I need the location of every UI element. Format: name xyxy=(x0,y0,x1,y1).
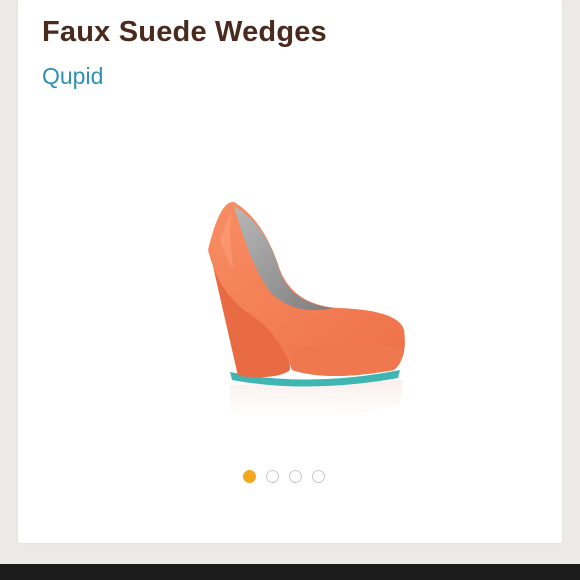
image-carousel-indicators xyxy=(243,470,325,483)
carousel-dot-3[interactable] xyxy=(289,470,302,483)
wedge-shoe-illustration xyxy=(208,201,405,419)
bottom-toolbar xyxy=(0,564,580,580)
brand-link[interactable]: Qupid xyxy=(42,63,103,90)
carousel-dot-4[interactable] xyxy=(312,470,325,483)
carousel-dot-1[interactable] xyxy=(243,470,256,483)
listing-title: Faux Suede Wedges xyxy=(42,16,327,48)
product-image[interactable] xyxy=(168,180,428,430)
listing-card: Faux Suede Wedges Qupid xyxy=(18,0,562,543)
carousel-dot-2[interactable] xyxy=(266,470,279,483)
